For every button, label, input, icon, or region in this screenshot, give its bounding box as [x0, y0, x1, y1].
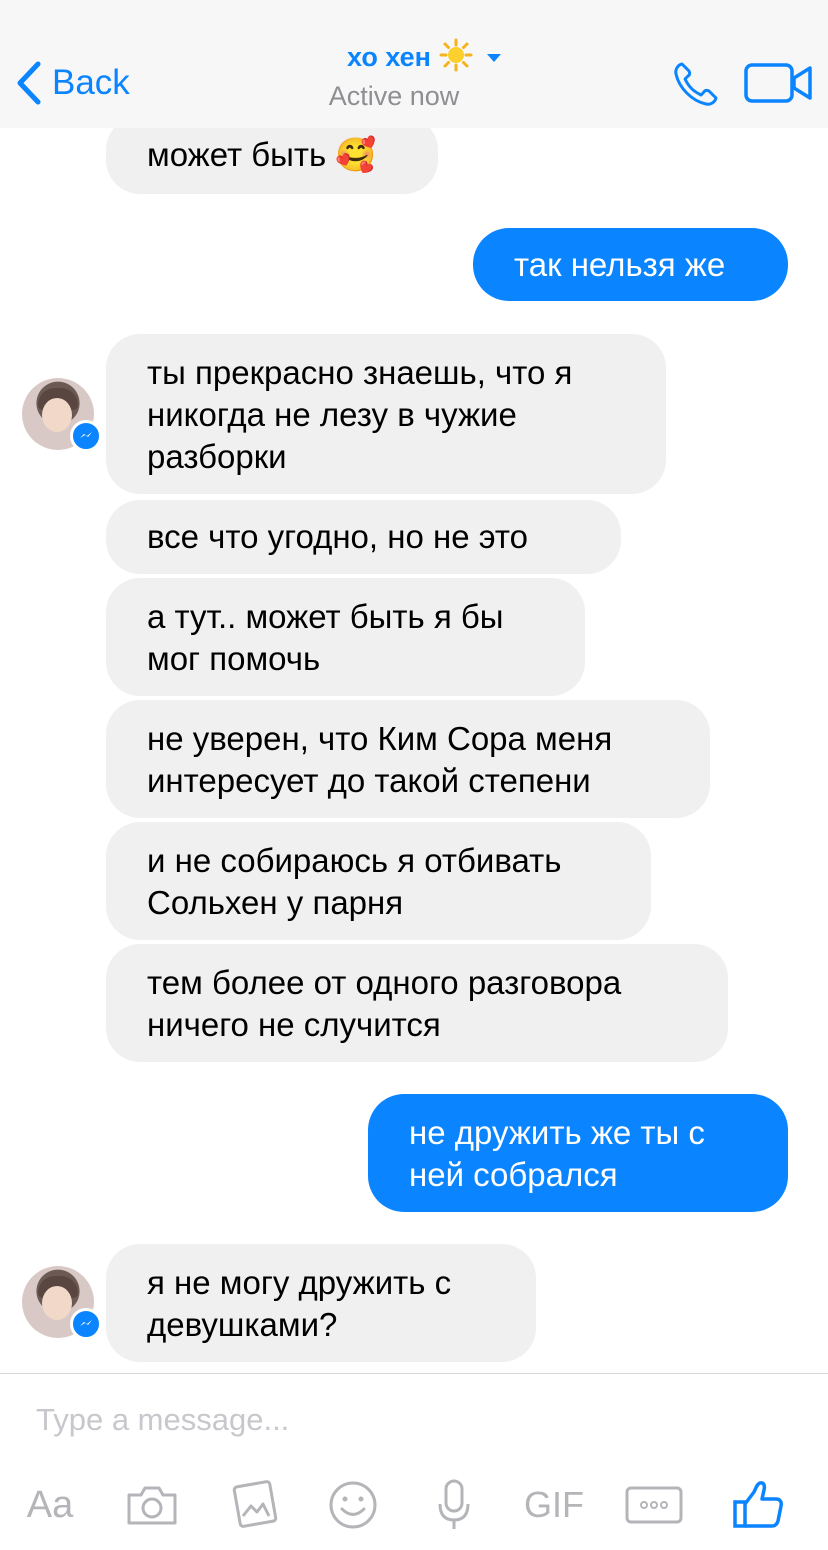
messenger-badge-icon — [70, 1308, 102, 1340]
smiley-icon[interactable] — [326, 1470, 380, 1540]
message-bubble-incoming[interactable]: а тут.. может быть я бы мог помочь — [106, 578, 585, 696]
conversation-header: Back хо хен Active now — [0, 0, 828, 128]
message-bubble-incoming[interactable]: тем более от одного разговора ничего не … — [106, 944, 728, 1062]
message-bubble-outgoing[interactable]: так нельзя же — [473, 228, 788, 301]
phone-icon — [672, 62, 720, 112]
message-bubble-incoming[interactable]: все что угодно, но не это — [106, 500, 621, 574]
contact-name: хо хен — [346, 42, 431, 72]
sun-emoji-icon — [439, 38, 473, 77]
gif-icon[interactable]: GIF — [518, 1470, 590, 1540]
message-bubble-incoming[interactable]: я не могу дружить с девушками? — [106, 1244, 536, 1362]
video-camera-icon — [744, 63, 814, 108]
more-icon[interactable] — [624, 1470, 684, 1540]
video-call-button[interactable] — [744, 62, 814, 109]
message-bubble-incoming[interactable]: ты прекрасно знаешь, что я никогда не ле… — [106, 334, 666, 494]
caret-down-icon[interactable] — [487, 53, 501, 62]
camera-icon[interactable] — [124, 1470, 180, 1540]
avatar[interactable] — [22, 1266, 102, 1340]
composer-divider — [0, 1373, 828, 1374]
message-bubble-incoming[interactable]: и не собираюсь я отбивать Сольхен у парн… — [106, 822, 651, 940]
avatar[interactable] — [22, 378, 102, 452]
message-bubble-incoming[interactable]: не уверен, что Ким Сора меня интересует … — [106, 700, 710, 818]
phone-call-button[interactable] — [672, 60, 720, 113]
photo-icon[interactable] — [226, 1470, 280, 1540]
microphone-icon[interactable] — [434, 1470, 474, 1540]
composer-toolbar: Aa GIF — [0, 1470, 828, 1540]
contact-status: Active now — [328, 81, 460, 111]
messenger-badge-icon — [70, 420, 102, 452]
message-bubble-outgoing[interactable]: не дружить же ты с ней собрался — [368, 1094, 788, 1212]
text-format-icon[interactable]: Aa — [20, 1470, 80, 1540]
thumbs-up-icon[interactable] — [730, 1470, 786, 1540]
message-input[interactable]: Type a message... — [36, 1402, 289, 1438]
